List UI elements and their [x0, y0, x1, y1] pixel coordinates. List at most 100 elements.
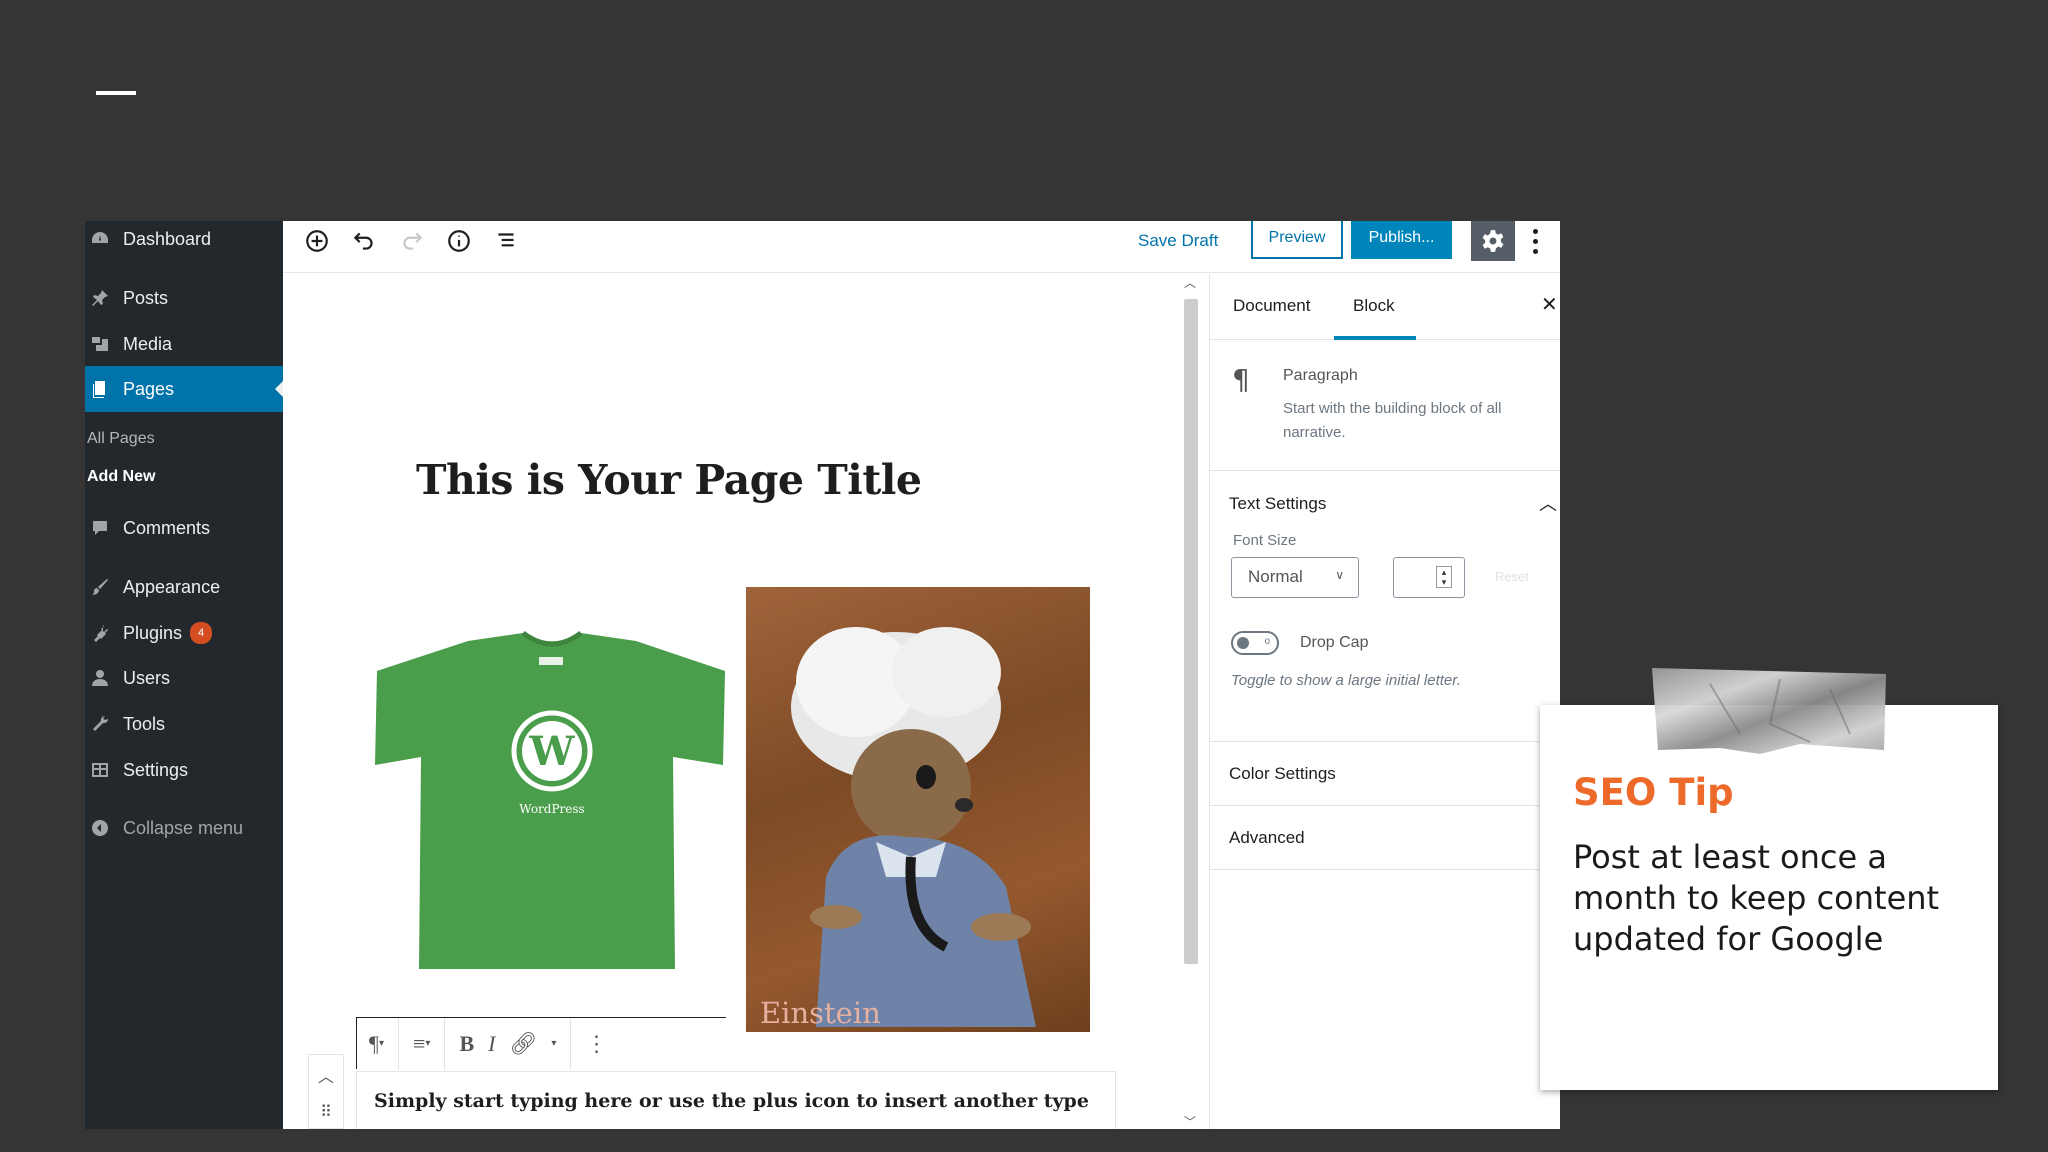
font-size-label: Font Size [1233, 532, 1297, 549]
editor-canvas: This is Your Page Title W WordPress Eins… [283, 274, 1188, 1129]
image-caption: Einstein [760, 996, 881, 1030]
move-up-icon[interactable]: ︿ [318, 1063, 334, 1087]
sidebar-item-settings[interactable]: Settings [85, 747, 283, 793]
block-more-options-icon[interactable]: ⋮ [585, 1031, 607, 1057]
tape-decoration [1652, 668, 1886, 754]
number-spinner-icon[interactable]: ▴ ▾ [1436, 566, 1452, 588]
collapse-menu-button[interactable]: Collapse menu [85, 805, 283, 851]
undo-icon[interactable] [348, 225, 380, 257]
advanced-section[interactable]: Advanced [1210, 806, 1560, 870]
sidebar-item-plugins[interactable]: Plugins 4 [85, 610, 283, 656]
sidebar-item-label: Dashboard [123, 228, 212, 249]
font-size-reset-button[interactable]: Reset [1495, 569, 1529, 584]
outline-list-icon[interactable] [490, 225, 522, 257]
sidebar-item-dashboard[interactable]: Dashboard [85, 221, 283, 262]
color-settings-toggle[interactable]: Color Settings [1229, 764, 1336, 784]
title-dash-mark [96, 91, 136, 95]
sidebar-item-label: Media [123, 333, 173, 354]
chevron-down-icon: ∨ [1335, 568, 1344, 582]
publish-button[interactable]: Publish... [1351, 221, 1452, 259]
settings-icon [89, 759, 111, 781]
svg-text:W: W [529, 728, 576, 775]
align-icon[interactable]: ≡ ▾ [413, 1031, 430, 1057]
drop-cap-label: Drop Cap [1300, 634, 1369, 651]
tshirt-logo-text: WordPress [519, 802, 584, 816]
sidebar-item-label: Plugins [123, 622, 183, 643]
sidebar-item-label: Pages [123, 378, 175, 399]
info-icon[interactable] [443, 225, 475, 257]
sidebar-item-pages[interactable]: Pages [85, 366, 283, 412]
text-settings-section: Text Settings ︿ [1210, 472, 1560, 742]
comment-icon [89, 517, 111, 539]
drag-handle-icon[interactable]: ⠿ [320, 1102, 332, 1121]
close-icon[interactable]: ✕ [1541, 292, 1560, 317]
add-block-icon[interactable] [301, 225, 333, 257]
sidebar-item-users[interactable]: Users [85, 655, 283, 701]
paragraph-type-icon[interactable]: ¶ ▾ [369, 1031, 384, 1057]
sidebar-item-label: Comments [123, 517, 211, 538]
toggle-knob [1237, 637, 1249, 649]
block-description: Start with the building block of all nar… [1283, 400, 1502, 441]
toggle-off-indicator: o [1264, 636, 1270, 647]
dashboard-icon [89, 228, 111, 250]
pages-icon [89, 378, 111, 400]
wordpress-editor-screenshot: Dashboard Posts Media Pages All Pages Ad… [85, 221, 1560, 1129]
sidebar-item-label: Settings [123, 759, 189, 780]
font-size-select[interactable]: Normal ∨ [1231, 557, 1359, 598]
panel-tabs: Document Block ✕ [1210, 274, 1560, 340]
media-icon [89, 333, 111, 355]
settings-toggle-button[interactable] [1471, 221, 1515, 261]
user-icon [89, 667, 111, 689]
plugins-update-badge: 4 [190, 622, 213, 644]
squirrel-illustration [791, 627, 1036, 1027]
sidebar-item-media[interactable]: Media [85, 321, 283, 367]
color-settings-section[interactable]: Color Settings [1210, 742, 1560, 806]
block-name: Paragraph [1283, 367, 1358, 384]
active-tab-indicator [1334, 336, 1416, 340]
paragraph-block[interactable]: Simply start typing here or use the plus… [356, 1071, 1116, 1129]
tab-block[interactable]: Block [1353, 296, 1395, 316]
italic-icon[interactable]: I [488, 1031, 495, 1057]
pin-icon [89, 287, 111, 309]
save-draft-button[interactable]: Save Draft [1138, 225, 1218, 257]
bold-icon[interactable]: B [459, 1031, 474, 1057]
paragraph-icon: ¶ [1232, 363, 1250, 396]
scroll-up-icon[interactable]: ︿ [1180, 274, 1200, 290]
drop-cap-help: Toggle to show a large initial letter. [1231, 672, 1461, 689]
custom-font-size-input[interactable]: ▴ ▾ [1393, 557, 1465, 598]
chevron-up-icon[interactable]: ︿ [1539, 490, 1557, 516]
tab-document[interactable]: Document [1233, 296, 1310, 316]
font-size-value: Normal [1248, 567, 1303, 586]
canvas-scrollbar[interactable]: ︿ ﹀ [1180, 274, 1200, 1129]
wrench-icon [89, 713, 111, 735]
seo-tip-card: SEO Tip Post at least once a month to ke… [1540, 705, 1998, 1090]
sidebar-item-appearance[interactable]: Appearance [85, 564, 283, 610]
more-options-icon[interactable] [1525, 225, 1545, 257]
text-settings-toggle[interactable]: Text Settings [1229, 494, 1326, 514]
collapse-arrow-icon [89, 817, 111, 839]
einstein-squirrel-image[interactable]: Einstein [746, 587, 1090, 1032]
scroll-thumb[interactable] [1184, 299, 1198, 964]
collapse-menu-label: Collapse menu [123, 817, 244, 838]
redo-icon[interactable] [396, 225, 428, 257]
more-formats-icon[interactable]: ▾ [551, 1038, 556, 1049]
sidebar-item-comments[interactable]: Comments [85, 505, 283, 551]
block-mover[interactable]: ︿ ⠿ [308, 1054, 344, 1129]
sidebar-item-label: Posts [123, 287, 169, 308]
sidebar-item-tools[interactable]: Tools [85, 701, 283, 747]
link-icon[interactable]: 🔗︎ [509, 1031, 537, 1057]
preview-button[interactable]: Preview [1251, 221, 1343, 259]
sidebar-item-label: Users [123, 667, 171, 688]
editor-toolbar: Save Draft Preview Publish... [283, 221, 1560, 273]
scroll-down-icon[interactable]: ﹀ [1180, 1113, 1200, 1129]
submenu-all-pages[interactable]: All Pages [87, 430, 155, 448]
sidebar-item-posts[interactable]: Posts [85, 275, 283, 321]
wordpress-tshirt-image[interactable]: W WordPress [373, 629, 731, 979]
page-title[interactable]: This is Your Page Title [416, 456, 922, 504]
drop-cap-toggle[interactable]: o [1231, 631, 1279, 655]
tip-body: Post at least once a month to keep conte… [1573, 838, 1940, 958]
block-settings-panel: Document Block ✕ ¶ Paragraph Start with … [1209, 274, 1560, 1129]
submenu-add-new[interactable]: Add New [87, 468, 155, 486]
advanced-toggle[interactable]: Advanced [1229, 828, 1305, 848]
gear-icon [1482, 230, 1504, 252]
